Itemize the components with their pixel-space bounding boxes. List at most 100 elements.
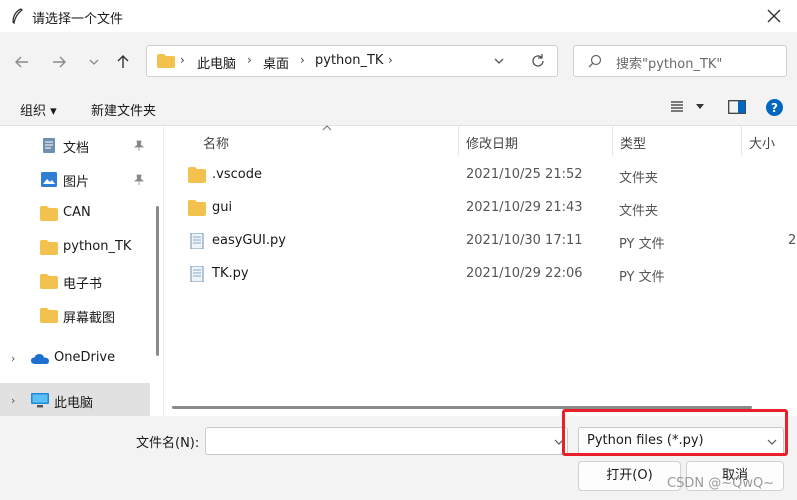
folder-icon bbox=[40, 274, 58, 289]
file-list: 名称 修改日期 类型 大小 .vscode 2021/10/25 21:52 文… bbox=[163, 125, 797, 416]
folder-icon bbox=[40, 240, 58, 255]
chevron-down-icon[interactable] bbox=[492, 54, 506, 68]
sidebar-item-label: python_TK bbox=[63, 239, 132, 254]
column-header-name[interactable]: 名称 bbox=[203, 133, 229, 152]
sidebar-item-label: 此电脑 bbox=[54, 396, 94, 411]
expand-chevron-icon[interactable]: › bbox=[11, 394, 15, 407]
document-icon bbox=[43, 138, 55, 153]
folder-icon bbox=[40, 206, 58, 221]
chevron-down-icon[interactable] bbox=[695, 103, 705, 111]
sidebar-item-label: 电子书 bbox=[63, 277, 103, 292]
command-bar: 组织 ▾ 新建文件夹 ? bbox=[0, 90, 797, 126]
up-button[interactable] bbox=[111, 50, 135, 74]
new-folder-button[interactable]: 新建文件夹 bbox=[91, 100, 156, 119]
breadcrumb-chevron: › bbox=[388, 53, 393, 67]
column-divider[interactable] bbox=[458, 126, 459, 156]
folder-icon bbox=[157, 54, 175, 68]
folder-icon bbox=[40, 308, 58, 323]
file-name: gui bbox=[212, 200, 233, 215]
file-type: 文件夹 bbox=[619, 171, 659, 186]
close-button[interactable] bbox=[751, 0, 797, 32]
column-divider[interactable] bbox=[612, 126, 613, 156]
list-view-icon[interactable] bbox=[670, 100, 684, 114]
sidebar-item-this-pc[interactable]: › 此电脑 bbox=[0, 383, 150, 417]
file-size: 2 bbox=[788, 233, 797, 248]
sidebar-item-onedrive[interactable]: › OneDrive bbox=[0, 341, 150, 375]
folder-icon bbox=[188, 200, 206, 216]
window-title: 请选择一个文件 bbox=[32, 12, 124, 27]
open-button[interactable]: 打开(O) bbox=[578, 461, 681, 491]
file-name: easyGUI.py bbox=[212, 233, 286, 248]
pin-icon[interactable] bbox=[133, 140, 145, 152]
pin-icon[interactable] bbox=[133, 174, 145, 186]
breadcrumb-item-this-pc[interactable]: 此电脑 bbox=[197, 53, 236, 72]
breadcrumb-chevron: › bbox=[180, 53, 185, 67]
computer-icon bbox=[31, 393, 49, 408]
breadcrumb-item-desktop[interactable]: 桌面 bbox=[263, 53, 289, 72]
search-icon bbox=[588, 54, 602, 68]
file-type: 文件夹 bbox=[619, 204, 659, 219]
file-type: PY 文件 bbox=[619, 270, 665, 285]
file-modified: 2021/10/29 22:06 bbox=[466, 266, 583, 281]
sort-ascending-icon bbox=[322, 125, 332, 131]
file-row[interactable]: gui 2021/10/29 21:43 文件夹 bbox=[164, 192, 797, 225]
file-row[interactable]: easyGUI.py 2021/10/30 17:11 PY 文件 2 bbox=[164, 225, 797, 258]
navigation-bar: › 此电脑 › 桌面 › python_TK › 搜索"python_TK" bbox=[0, 32, 797, 90]
file-modified: 2021/10/29 21:43 bbox=[466, 200, 583, 215]
column-header-modified[interactable]: 修改日期 bbox=[466, 133, 518, 152]
filename-label: 文件名(N): bbox=[136, 436, 200, 451]
file-type: PY 文件 bbox=[619, 237, 665, 252]
column-header-row: 名称 修改日期 类型 大小 bbox=[164, 125, 797, 156]
recent-locations-button[interactable] bbox=[82, 50, 106, 74]
cloud-icon bbox=[31, 354, 49, 364]
python-file-icon bbox=[190, 233, 204, 249]
arrow-up-icon bbox=[117, 55, 129, 68]
sidebar-item-documents[interactable]: 文档 bbox=[0, 128, 150, 162]
arrow-right-icon bbox=[53, 56, 66, 68]
title-bar: 请选择一个文件 bbox=[0, 0, 797, 32]
arrow-left-icon bbox=[15, 56, 28, 68]
search-box[interactable]: 搜索"python_TK" bbox=[573, 45, 787, 77]
file-modified: 2021/10/30 17:11 bbox=[466, 233, 583, 248]
breadcrumb-item-python-tk[interactable]: python_TK bbox=[315, 53, 383, 68]
watermark-text: CSDN @~QwQ~ bbox=[667, 476, 775, 491]
breadcrumb-chevron: › bbox=[247, 53, 252, 67]
address-bar[interactable]: › 此电脑 › 桌面 › python_TK › bbox=[146, 45, 558, 77]
file-row[interactable]: TK.py 2021/10/29 22:06 PY 文件 bbox=[164, 258, 797, 291]
search-placeholder: 搜索"python_TK" bbox=[616, 57, 723, 72]
preview-pane-icon[interactable] bbox=[728, 100, 746, 114]
file-name: .vscode bbox=[212, 167, 262, 182]
column-header-size[interactable]: 大小 bbox=[749, 133, 775, 152]
file-modified: 2021/10/25 21:52 bbox=[466, 167, 583, 182]
expand-chevron-icon[interactable]: › bbox=[11, 352, 15, 365]
filename-input[interactable] bbox=[205, 427, 568, 455]
back-button[interactable] bbox=[10, 50, 34, 74]
python-file-icon bbox=[190, 266, 204, 282]
svg-text:?: ? bbox=[771, 101, 778, 115]
sidebar-item-label: 文档 bbox=[63, 141, 90, 156]
sidebar-item-screenshots[interactable]: 屏幕截图 bbox=[0, 298, 150, 332]
navigation-pane: 文档 图片 CAN python_TK 电子书 屏幕截图 › OneDrive … bbox=[0, 126, 163, 417]
sidebar-item-label: 图片 bbox=[63, 175, 90, 190]
sidebar-item-can[interactable]: CAN bbox=[0, 196, 150, 230]
file-row[interactable]: .vscode 2021/10/25 21:52 文件夹 bbox=[164, 159, 797, 192]
breadcrumb-chevron: › bbox=[300, 53, 305, 67]
column-header-type[interactable]: 类型 bbox=[620, 133, 646, 152]
column-divider[interactable] bbox=[741, 126, 742, 156]
organize-button[interactable]: 组织 ▾ bbox=[20, 100, 57, 119]
forward-button[interactable] bbox=[47, 50, 71, 74]
file-name: TK.py bbox=[212, 266, 249, 281]
sidebar-item-python-tk[interactable]: python_TK bbox=[0, 230, 150, 264]
sidebar-item-label: 屏幕截图 bbox=[63, 311, 116, 326]
help-icon[interactable]: ? bbox=[766, 99, 783, 116]
sidebar-scrollbar[interactable] bbox=[156, 206, 159, 356]
sidebar-item-label: OneDrive bbox=[54, 350, 116, 365]
sidebar-item-pictures[interactable]: 图片 bbox=[0, 162, 150, 196]
sidebar-item-label: CAN bbox=[63, 205, 91, 220]
chevron-down-icon bbox=[89, 59, 99, 65]
sidebar-item-ebooks[interactable]: 电子书 bbox=[0, 264, 150, 298]
annotation-highlight-box bbox=[562, 409, 788, 456]
close-icon bbox=[767, 9, 781, 23]
feather-icon bbox=[12, 8, 23, 24]
refresh-icon[interactable] bbox=[530, 53, 546, 69]
